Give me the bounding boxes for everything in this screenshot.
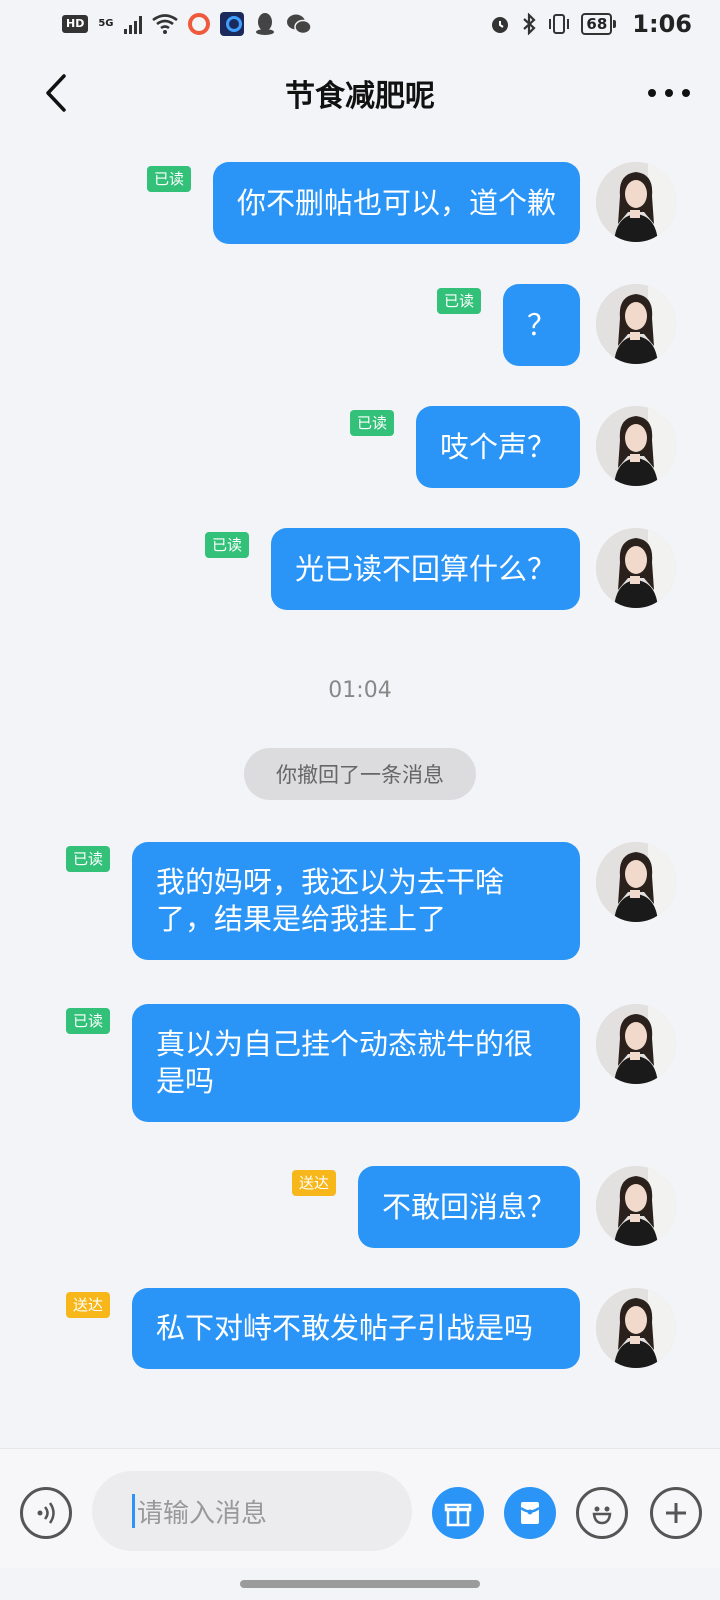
signal-icon [123, 14, 142, 34]
avatar[interactable] [596, 842, 676, 922]
hd-icon: HD [62, 15, 89, 33]
alarm-icon [489, 13, 511, 35]
more-options-button[interactable] [644, 76, 694, 110]
bluetooth-icon [521, 13, 537, 35]
message-row: 已读 你不删帖也可以，道个歉 [0, 162, 720, 244]
more-dot-icon [665, 89, 673, 97]
message-bubble[interactable]: 吱个声？ [415, 406, 580, 488]
status-bar: HD 5G 68 1:06 [0, 0, 720, 48]
input-bar: 请输入消息 [0, 1448, 720, 1568]
wifi-icon [151, 14, 178, 34]
avatar[interactable] [596, 1166, 676, 1246]
message-row: 已读 真以为自己挂个动态就牛的很是吗 [0, 1004, 720, 1122]
message-row: 已读 我的妈呀，我还以为去干啥了，结果是给我挂上了 [0, 842, 720, 960]
battery-level: 68 [581, 13, 613, 35]
vibrate-icon [547, 13, 571, 35]
chevron-left-icon [46, 74, 66, 112]
message-row: 已读 ？ [0, 284, 720, 366]
battery-icon: 68 [581, 13, 617, 35]
avatar[interactable] [596, 528, 676, 608]
message-bubble[interactable]: 我的妈呀，我还以为去干啥了，结果是给我挂上了 [132, 842, 580, 960]
message-bubble[interactable]: 光已读不回算什么？ [270, 528, 580, 610]
message-input-placeholder: 请输入消息 [137, 1498, 268, 1529]
message-row: 送达 私下对峙不敢发帖子引战是吗 [0, 1288, 720, 1369]
emoji-button[interactable] [576, 1487, 628, 1539]
status-time: 1:06 [632, 10, 692, 38]
back-button[interactable] [36, 68, 76, 118]
more-actions-button[interactable] [650, 1487, 702, 1539]
message-bubble[interactable]: 你不删帖也可以，道个歉 [212, 162, 580, 244]
message-input[interactable]: 请输入消息 [92, 1471, 412, 1551]
red-packet-icon [520, 1502, 540, 1524]
read-status-badge: 已读 [436, 288, 481, 314]
app-ring-icon [187, 13, 210, 35]
app-notification-icon [219, 12, 244, 36]
avatar[interactable] [596, 406, 676, 486]
gift-button[interactable] [432, 1487, 484, 1539]
message-row: 送达 不敢回消息？ [0, 1166, 720, 1248]
status-bar-right: 68 1:06 [489, 10, 692, 38]
message-row: 已读 光已读不回算什么？ [0, 528, 720, 610]
text-cursor [132, 1494, 135, 1528]
voice-icon [37, 1502, 55, 1524]
avatar[interactable] [596, 1004, 676, 1084]
plus-icon [666, 1503, 686, 1523]
red-packet-button[interactable] [504, 1487, 556, 1539]
read-status-badge: 已读 [146, 166, 191, 192]
home-indicator[interactable] [240, 1580, 480, 1588]
message-bubble[interactable]: 真以为自己挂个动态就牛的很是吗 [132, 1004, 580, 1122]
avatar[interactable] [596, 1288, 676, 1368]
message-row: 已读 吱个声？ [0, 406, 720, 488]
read-status-badge: 已读 [65, 1008, 110, 1034]
delivered-status-badge: 送达 [291, 1170, 336, 1196]
avatar[interactable] [596, 284, 676, 364]
more-dot-icon [648, 89, 656, 97]
recall-notice: 你撤回了一条消息 [244, 748, 476, 800]
more-dot-icon [682, 89, 690, 97]
network-type-label: 5G [98, 18, 114, 29]
gift-icon [444, 1503, 472, 1527]
status-bar-left: HD 5G [62, 12, 312, 36]
read-status-badge: 已读 [204, 532, 249, 558]
chat-title: 节食减肥呢 [285, 79, 435, 114]
chat-timestamp: 01:04 [328, 678, 392, 703]
message-bubble[interactable]: ？ [502, 284, 580, 366]
message-bubble[interactable]: 私下对峙不敢发帖子引战是吗 [132, 1288, 580, 1369]
read-status-badge: 已读 [65, 846, 110, 872]
read-status-badge: 已读 [349, 410, 394, 436]
chat-header: 节食减肥呢 [0, 58, 720, 128]
voice-button[interactable] [20, 1487, 72, 1539]
delivered-status-badge: 送达 [65, 1292, 110, 1318]
qq-icon [254, 12, 276, 36]
wechat-icon [286, 13, 312, 35]
smiley-icon [592, 1506, 612, 1525]
message-bubble[interactable]: 不敢回消息？ [357, 1166, 580, 1248]
avatar[interactable] [596, 162, 676, 242]
